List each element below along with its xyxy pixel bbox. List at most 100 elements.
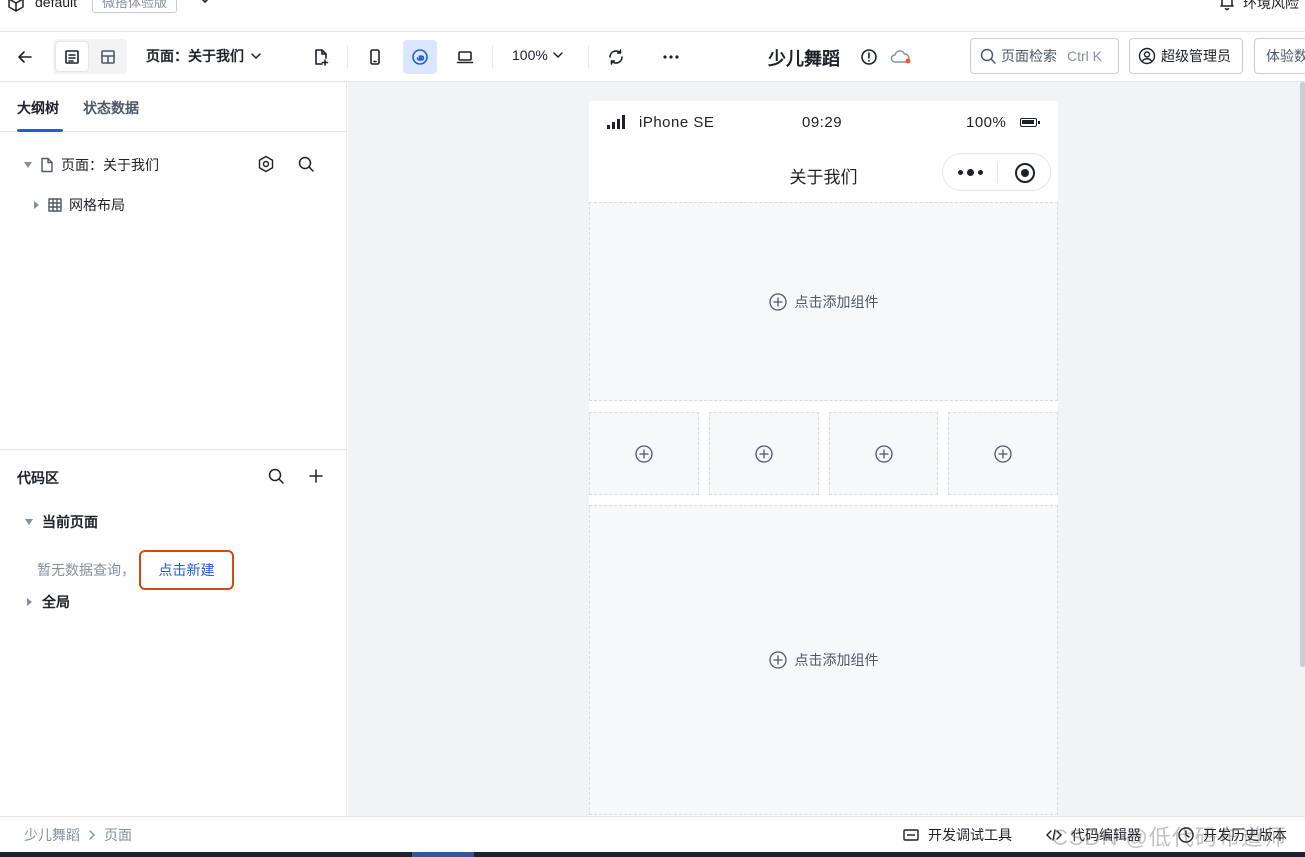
add-page-button[interactable]: [304, 40, 338, 74]
toolbar-divider: [588, 46, 589, 68]
tab-state-data[interactable]: 状态数据: [83, 98, 139, 118]
breadcrumb-page[interactable]: 页面: [104, 825, 132, 845]
tree-node-page[interactable]: 页面：关于我们: [23, 155, 159, 175]
breadcrumb-app[interactable]: 少儿舞蹈: [24, 825, 80, 845]
cloud-icon: [890, 50, 911, 64]
page-settings-button[interactable]: [254, 152, 278, 176]
plus-circle-icon: [635, 444, 653, 463]
zoom-value: 100%: [512, 47, 548, 63]
outline-view-button[interactable]: [55, 41, 89, 72]
app-info-button[interactable]: [852, 40, 886, 74]
search-shortcut: Ctrl K: [1067, 48, 1102, 64]
section-global[interactable]: 全局: [24, 592, 70, 612]
info-icon: [861, 49, 877, 65]
grid-cell-1[interactable]: [589, 412, 699, 495]
chevron-down-icon: [251, 53, 261, 60]
taskbar-highlight: [412, 852, 474, 857]
create-new-link[interactable]: 点击新建: [139, 550, 234, 590]
section-current-page-label: 当前页面: [42, 514, 98, 530]
sidebar-tabs: 大纲树 状态数据: [0, 82, 346, 132]
chevron-down-icon[interactable]: [198, 0, 212, 7]
search-icon: [980, 48, 996, 64]
taskbar-strip: [0, 852, 1305, 857]
mobile-icon: [370, 49, 380, 65]
grid-cell-3[interactable]: [829, 412, 938, 495]
desktop-preview-button[interactable]: [448, 40, 482, 74]
empty-query-text: 暂无数据查询，: [37, 562, 135, 578]
user-icon: [1138, 47, 1156, 65]
left-sidebar: 大纲树 状态数据 页面：关于我们 网格布局 代码区 当前页面 暂无数据查询， 点…: [0, 82, 347, 816]
cloud-sync-button[interactable]: [884, 40, 918, 74]
mobile-preview-button[interactable]: [358, 40, 392, 74]
drop-zone-bottom[interactable]: 点击添加组件: [589, 505, 1058, 815]
drop-zone-top[interactable]: 点击添加组件: [589, 202, 1058, 401]
section-global-label: 全局: [42, 594, 70, 610]
layout-view-button[interactable]: [91, 41, 125, 72]
debug-tool-button[interactable]: 开发调试工具: [902, 825, 1012, 845]
experience-button[interactable]: 体验数: [1254, 38, 1305, 74]
environment-tag[interactable]: 微搭体验版: [92, 0, 178, 13]
debug-tool-label: 开发调试工具: [928, 827, 1012, 843]
file-icon: [41, 157, 53, 173]
phone-nav-bar: 关于我们: [589, 145, 1058, 202]
more-button[interactable]: [654, 40, 688, 74]
file-add-icon: [315, 49, 329, 66]
grid-cell-2[interactable]: [709, 412, 819, 495]
breadcrumb: 少儿舞蹈 页面: [24, 825, 132, 845]
section-current-page[interactable]: 当前页面: [24, 512, 98, 532]
battery-level: 100%: [966, 114, 1007, 131]
view-switcher: [53, 39, 127, 74]
add-component-label: 点击添加组件: [794, 293, 879, 310]
refresh-icon: [609, 49, 623, 65]
active-tab-indicator: [17, 129, 63, 132]
status-bar-bottom: 少儿舞蹈 页面 开发调试工具 代码编辑器 开发历史版本 CSDN @低代码布道师: [0, 816, 1305, 852]
empty-query-row: 暂无数据查询， 点击新建: [37, 550, 234, 590]
toolbar-divider: [347, 46, 348, 68]
close-target-icon[interactable]: [1015, 163, 1035, 183]
zoom-selector[interactable]: 100%: [512, 47, 564, 63]
caret-right-icon: [24, 597, 34, 607]
tab-outline-tree[interactable]: 大纲树: [17, 98, 59, 118]
layout-icon: [101, 49, 115, 64]
canvas-scrollbar[interactable]: [1300, 82, 1305, 667]
caret-down-icon[interactable]: [23, 160, 33, 170]
status-time: 09:29: [802, 114, 843, 131]
miniprogram-preview-button[interactable]: [403, 40, 437, 74]
tree-search-button[interactable]: [294, 152, 318, 176]
settings-hexagon-icon: [258, 155, 274, 173]
caret-down-icon: [24, 517, 34, 527]
refresh-button[interactable]: [599, 40, 633, 74]
miniprogram-capsule[interactable]: [942, 153, 1051, 191]
plus-circle-icon: [994, 444, 1012, 463]
code-add-button[interactable]: [304, 464, 328, 488]
grid-cell-4[interactable]: [948, 412, 1058, 495]
tree-node-grid[interactable]: 网格布局: [31, 195, 125, 215]
user-menu-button[interactable]: 超级管理员: [1129, 38, 1243, 74]
chevron-down-icon: [553, 52, 563, 59]
toolbar-divider: [492, 46, 493, 68]
app-name: 少儿舞蹈: [768, 49, 840, 69]
environment-risk-label[interactable]: 环境风险: [1243, 0, 1299, 13]
add-component-label: 点击添加组件: [794, 652, 879, 668]
miniprogram-icon: [412, 49, 428, 65]
capsule-divider: [997, 163, 998, 183]
phone-preview: iPhone SE 09:29 100% 关于我们 点击添加组件 点击添加组件: [589, 101, 1058, 817]
battery-icon: [1020, 118, 1040, 127]
page-selector[interactable]: 页面：关于我们: [146, 46, 262, 66]
more-dots-icon[interactable]: [958, 169, 983, 176]
page-search-input[interactable]: 页面检索 Ctrl K: [970, 38, 1119, 74]
experience-label: 体验数: [1266, 48, 1305, 64]
document-list-icon: [65, 49, 79, 64]
plus-circle-icon: [874, 444, 893, 463]
plus-circle-icon: [755, 444, 773, 463]
user-role: 超级管理员: [1161, 48, 1231, 64]
plus-circle-icon: [768, 292, 787, 311]
caret-right-icon[interactable]: [31, 200, 41, 210]
code-search-button[interactable]: [264, 464, 288, 488]
arrow-left-icon: [18, 51, 32, 63]
chevron-right-icon: [89, 830, 95, 840]
environment-name: default: [35, 0, 78, 10]
bell-icon[interactable]: [1218, 0, 1236, 11]
back-button[interactable]: [12, 44, 38, 70]
laptop-icon: [456, 51, 474, 64]
